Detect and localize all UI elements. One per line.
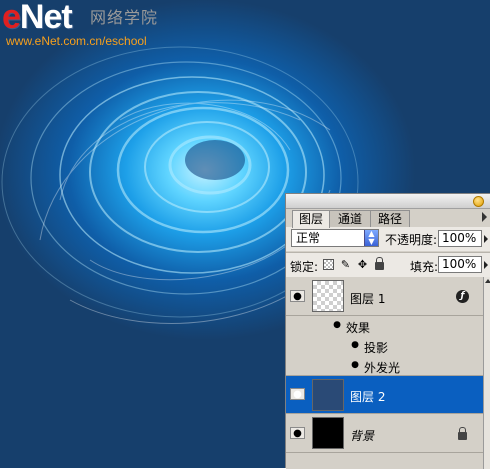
blend-mode-select[interactable]: 正常 ▲ ▼ bbox=[291, 229, 379, 247]
effects-row[interactable]: ● 效果 bbox=[286, 316, 483, 336]
blend-mode-value: 正常 bbox=[296, 231, 321, 245]
eye-icon[interactable]: ● bbox=[290, 427, 305, 439]
blend-opacity-row: 正常 ▲ ▼ 不透明度: 100% bbox=[286, 227, 490, 251]
layer-name[interactable]: 图层 1 bbox=[350, 290, 385, 307]
lock-transparency-icon[interactable] bbox=[323, 259, 334, 270]
opacity-slider-arrow-icon[interactable] bbox=[484, 235, 488, 243]
effects-label: 效果 bbox=[346, 321, 371, 335]
layer-thumbnail bbox=[312, 417, 344, 449]
fx-icon[interactable]: ƒ bbox=[456, 290, 469, 303]
fill-label: 填充: bbox=[410, 260, 439, 274]
tab-channels[interactable]: 通道 bbox=[329, 210, 371, 227]
layers-scrollbar[interactable] bbox=[483, 277, 490, 469]
effect-label: 外发光 bbox=[364, 361, 401, 375]
layer-row-1[interactable]: ● 图层 1 ƒ bbox=[286, 277, 483, 316]
opacity-label: 不透明度: bbox=[385, 233, 438, 247]
eye-icon[interactable]: ● bbox=[290, 290, 305, 302]
fill-input[interactable]: 100% bbox=[438, 256, 482, 273]
lock-label: 锁定: bbox=[290, 260, 319, 274]
lock-move-icon[interactable]: ✥ bbox=[357, 259, 368, 270]
watermark-url: www.eNet.com.cn/eschool bbox=[6, 34, 147, 48]
layers-list: ● 图层 1 ƒ ● 效果 ● 投影 ● 外发光 ● 图层 2 ● 背景 bbox=[286, 277, 483, 469]
updown-arrow-icon[interactable]: ▲ ▼ bbox=[364, 230, 378, 246]
minimize-button[interactable] bbox=[473, 196, 484, 207]
watermark-chinese: 网络学院 bbox=[90, 8, 159, 27]
layer-name[interactable]: 背景 bbox=[350, 427, 374, 444]
effect-outer-glow[interactable]: ● 外发光 bbox=[286, 356, 483, 376]
layer-row-background[interactable]: ● 背景 bbox=[286, 414, 483, 453]
lock-all-icon[interactable] bbox=[374, 257, 385, 270]
eye-icon[interactable]: ● bbox=[349, 341, 361, 350]
layer-name[interactable]: 图层 2 bbox=[350, 388, 385, 405]
opacity-input[interactable]: 100% bbox=[438, 230, 482, 247]
layer-thumbnail bbox=[312, 280, 344, 312]
layer-thumbnail bbox=[312, 379, 344, 411]
tab-paths[interactable]: 路径 bbox=[370, 210, 410, 227]
layer-row-2[interactable]: ● 图层 2 bbox=[286, 376, 483, 414]
eye-icon[interactable]: ● bbox=[290, 388, 305, 400]
lock-icon bbox=[458, 427, 467, 440]
effect-drop-shadow[interactable]: ● 投影 bbox=[286, 336, 483, 356]
layers-panel: 图层 通道 路径 正常 ▲ ▼ 不透明度: 100% 锁定: ✎ ✥ 填充: 10… bbox=[285, 193, 490, 469]
panel-titlebar[interactable] bbox=[286, 194, 490, 209]
lock-brush-icon[interactable]: ✎ bbox=[340, 259, 351, 270]
enet-logo: eNet bbox=[2, 0, 73, 36]
effect-label: 投影 bbox=[364, 341, 389, 355]
lock-fill-row: 锁定: ✎ ✥ 填充: 100% bbox=[286, 252, 490, 278]
tab-layers[interactable]: 图层 bbox=[292, 210, 330, 228]
fill-slider-arrow-icon[interactable] bbox=[484, 261, 488, 269]
panel-menu-arrow-icon[interactable] bbox=[482, 212, 487, 222]
eye-icon[interactable]: ● bbox=[349, 361, 361, 370]
panel-tabs: 图层 通道 路径 bbox=[286, 209, 490, 228]
eye-icon[interactable]: ● bbox=[331, 321, 343, 330]
scroll-up-icon[interactable] bbox=[485, 279, 490, 283]
